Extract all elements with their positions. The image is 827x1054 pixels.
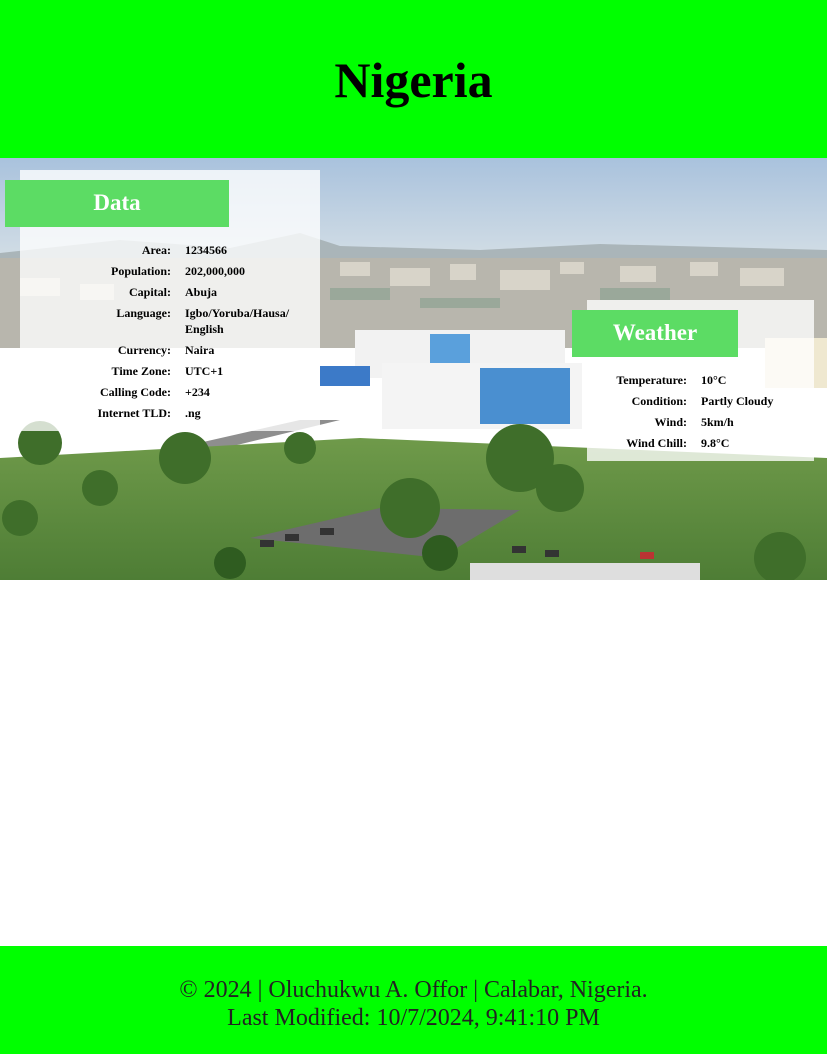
page-footer: © 2024 | Oluchukwu A. Offor | Calabar, N… (0, 946, 827, 1054)
data-row-calling-code: Calling Code: +234 (20, 384, 320, 400)
row-value: UTC+1 (185, 364, 224, 378)
row-value: 202,000,000 (185, 264, 245, 278)
data-row-time-zone: Time Zone: UTC+1 (20, 363, 320, 379)
weather-card-title: Weather (572, 310, 738, 357)
row-value: Abuja (185, 285, 218, 299)
row-label: Language: (116, 306, 171, 320)
data-row-capital: Capital: Abuja (20, 284, 320, 300)
row-label: Wind: (654, 415, 687, 429)
row-value: .ng (185, 406, 201, 420)
row-label: Calling Code: (99, 385, 171, 399)
footer-copyright: © 2024 | Oluchukwu A. Offor | Calabar, N… (179, 977, 648, 1003)
row-label: Internet TLD: (97, 406, 171, 420)
data-card-title: Data (5, 180, 229, 227)
data-row-language: Language: Igbo/Yoruba/Hausa/ English (20, 305, 320, 337)
data-row-population: Population: 202,000,000 (20, 263, 320, 279)
row-value: Partly Cloudy (701, 394, 774, 408)
row-value: 10°C (701, 373, 727, 387)
weather-row-condition: Condition: Partly Cloudy (587, 393, 814, 409)
weather-row-wind: Wind: 5km/h (587, 414, 814, 430)
page-title: Nigeria (334, 52, 493, 108)
row-label: Temperature: (616, 373, 687, 387)
data-row-area: Area: 1234566 (20, 242, 320, 258)
row-value: 5km/h (701, 415, 734, 429)
weather-list: Temperature: 10°C Condition: Partly Clou… (587, 372, 814, 456)
row-value: +234 (185, 385, 210, 399)
weather-row-temperature: Temperature: 10°C (587, 372, 814, 388)
row-label: Area: (141, 243, 171, 257)
row-value: Naira (185, 343, 215, 357)
page-header: Nigeria (0, 0, 827, 158)
footer-last-modified: Last Modified: 10/7/2024, 9:41:10 PM (227, 1005, 600, 1031)
data-row-internet-tld: Internet TLD: .ng (20, 405, 320, 421)
data-list: Area: 1234566 Population: 202,000,000 Ca… (20, 242, 320, 426)
row-value: Igbo/Yoruba/Hausa/ English (185, 306, 290, 336)
row-label: Currency: (117, 343, 171, 357)
row-label: Condition: (631, 394, 687, 408)
row-label: Time Zone: (111, 364, 171, 378)
row-label: Capital: (129, 285, 171, 299)
row-value: 1234566 (185, 243, 227, 257)
weather-row-wind-chill: Wind Chill: 9.8°C (587, 435, 814, 451)
row-value: 9.8°C (701, 436, 730, 450)
row-label: Population: (110, 264, 171, 278)
data-row-currency: Currency: Naira (20, 342, 320, 358)
row-label: Wind Chill: (626, 436, 687, 450)
